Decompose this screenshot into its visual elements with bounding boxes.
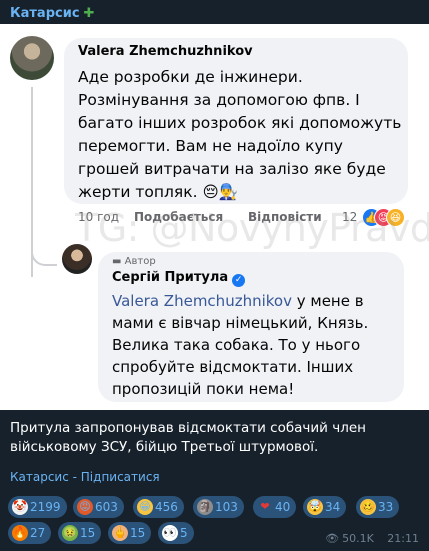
reaction-chip[interactable]: 🔥 27	[8, 522, 52, 544]
eyes-icon: 👀	[162, 525, 178, 541]
reply-author: Сергій Притула ✓	[112, 270, 246, 287]
reaction-chip[interactable]: 🤢 15	[58, 522, 102, 544]
woozy-face-icon: 🥴	[360, 499, 376, 515]
comment-author: Valera Zhemchuzhnikov	[78, 44, 253, 59]
reaction-chip[interactable]: ❤ 40	[253, 496, 297, 518]
reply-text: Valera Zhemchuzhnikov у мене в мами є ві…	[112, 292, 369, 398]
eye-icon: 👁	[325, 532, 340, 545]
exploding-head-icon: 🤯	[307, 499, 323, 515]
view-count: 50.1K	[342, 532, 374, 545]
subscribe-link[interactable]: Катарсис - Підписатися	[10, 470, 160, 484]
avatar	[62, 244, 92, 274]
mention: Valera Zhemchuzhnikov	[112, 292, 292, 310]
grin-icon: 😁	[137, 499, 153, 515]
middle-finger-icon: 🖕	[112, 525, 128, 541]
plus-icon: ✚	[83, 6, 95, 21]
reaction-chip[interactable]: 🤯 34	[303, 496, 347, 518]
reaction-chip[interactable]: 😁 456	[133, 496, 184, 518]
comment-time: 10 год	[78, 210, 120, 224]
reaction-chip[interactable]: 🖕 15	[108, 522, 152, 544]
verified-icon: ✓	[232, 274, 246, 287]
post-caption: Притула запропонував відсмоктати собачий…	[10, 420, 366, 455]
reactions-count: 12	[342, 210, 358, 224]
reaction-chip[interactable]: 👀 5	[158, 522, 194, 544]
avatar	[10, 36, 54, 80]
laugh-icon: 😆	[386, 208, 405, 227]
post-time: 21:11	[387, 532, 419, 545]
clown-icon: 🤡	[12, 499, 28, 515]
thread-connector	[31, 234, 57, 266]
fire-icon: 🔥	[12, 525, 28, 541]
author-badge: ▬ Автор	[112, 256, 156, 267]
reaction-chip[interactable]: 🥴 33	[356, 496, 400, 518]
reaction-chip[interactable]: 🗿 103	[193, 496, 244, 518]
reply-link: Відповісти	[248, 210, 322, 224]
post-image[interactable]: Valera Zhemchuzhnikov Аде розробки де ін…	[0, 24, 429, 410]
reaction-chip[interactable]: 😡 603	[73, 496, 124, 518]
comment-text: Аде розробки де інжинери. Розмінування з…	[78, 68, 402, 201]
like-link: Подобається	[134, 210, 224, 224]
moai-icon: 🗿	[197, 499, 213, 515]
channel-name[interactable]: Катарсис	[10, 6, 80, 21]
angry-face-icon: 😡	[77, 499, 93, 515]
comment-bubble: Valera Zhemchuzhnikov Аде розробки де ін…	[64, 38, 408, 204]
heart-icon: ❤	[260, 500, 270, 513]
comment-actions: 10 год Подобається Відповісти 12 👍 😡 😆	[0, 208, 429, 230]
reaction-chip[interactable]: 🤡 2199	[8, 496, 67, 518]
channel-title[interactable]: Катарсис ✚	[10, 6, 94, 21]
reply-bubble: ▬ Автор Сергій Притула ✓ Valera Zhemchuzh…	[98, 252, 404, 402]
post-meta: 👁 50.1K 21:11	[325, 532, 419, 545]
nauseated-face-icon: 🤢	[62, 525, 78, 541]
